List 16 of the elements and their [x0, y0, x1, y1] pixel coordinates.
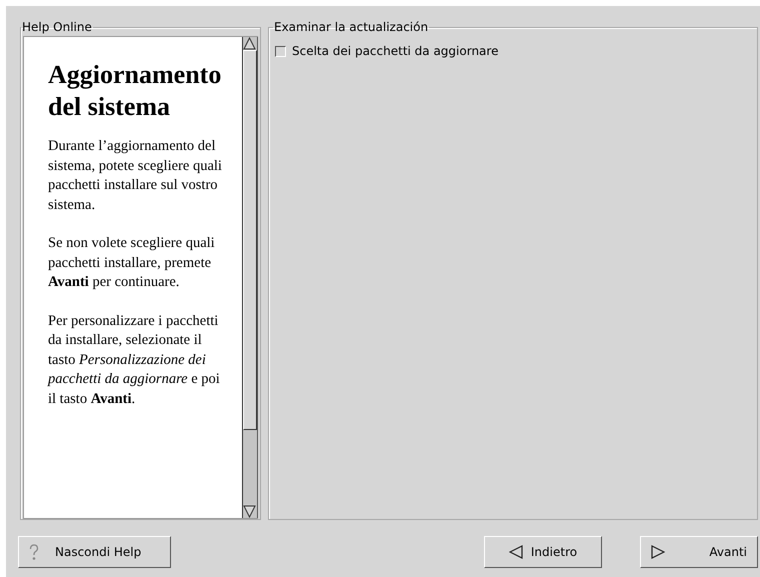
checkbox-label[interactable]: Scelta dei pacchetti da aggiornare — [292, 44, 498, 58]
scrollbar[interactable] — [242, 37, 258, 518]
checkbox[interactable] — [275, 46, 286, 56]
help-paragraph: Per personalizzare i pacchetti da installare, selezionate il tasto Personalizzazione dei pacchetti da aggiornare e poi il tasto Avanti. — [48, 312, 221, 408]
frame-title: Help Online — [21, 20, 93, 34]
next-button[interactable]: Avanti — [640, 536, 758, 568]
help-icon — [29, 544, 39, 560]
help-heading: Aggiornamento del sistema — [48, 59, 222, 123]
back-button[interactable]: Indietro — [484, 536, 602, 568]
back-arrow-icon — [508, 545, 523, 559]
scroll-down-icon[interactable] — [243, 505, 256, 518]
next-arrow-icon — [651, 545, 665, 559]
hide-help-button[interactable]: Nascondi Help — [18, 536, 171, 568]
frame-title: Examinar la actualización — [273, 20, 430, 34]
help-paragraph: Se non volete scegliere quali pacchetti installare, premete Avanti per continuare. — [48, 234, 216, 292]
help-paragraph: Durante l’aggiornamento del sistema, potete scegliere quali pacchetti installare sul vostro sistema. — [48, 137, 223, 214]
